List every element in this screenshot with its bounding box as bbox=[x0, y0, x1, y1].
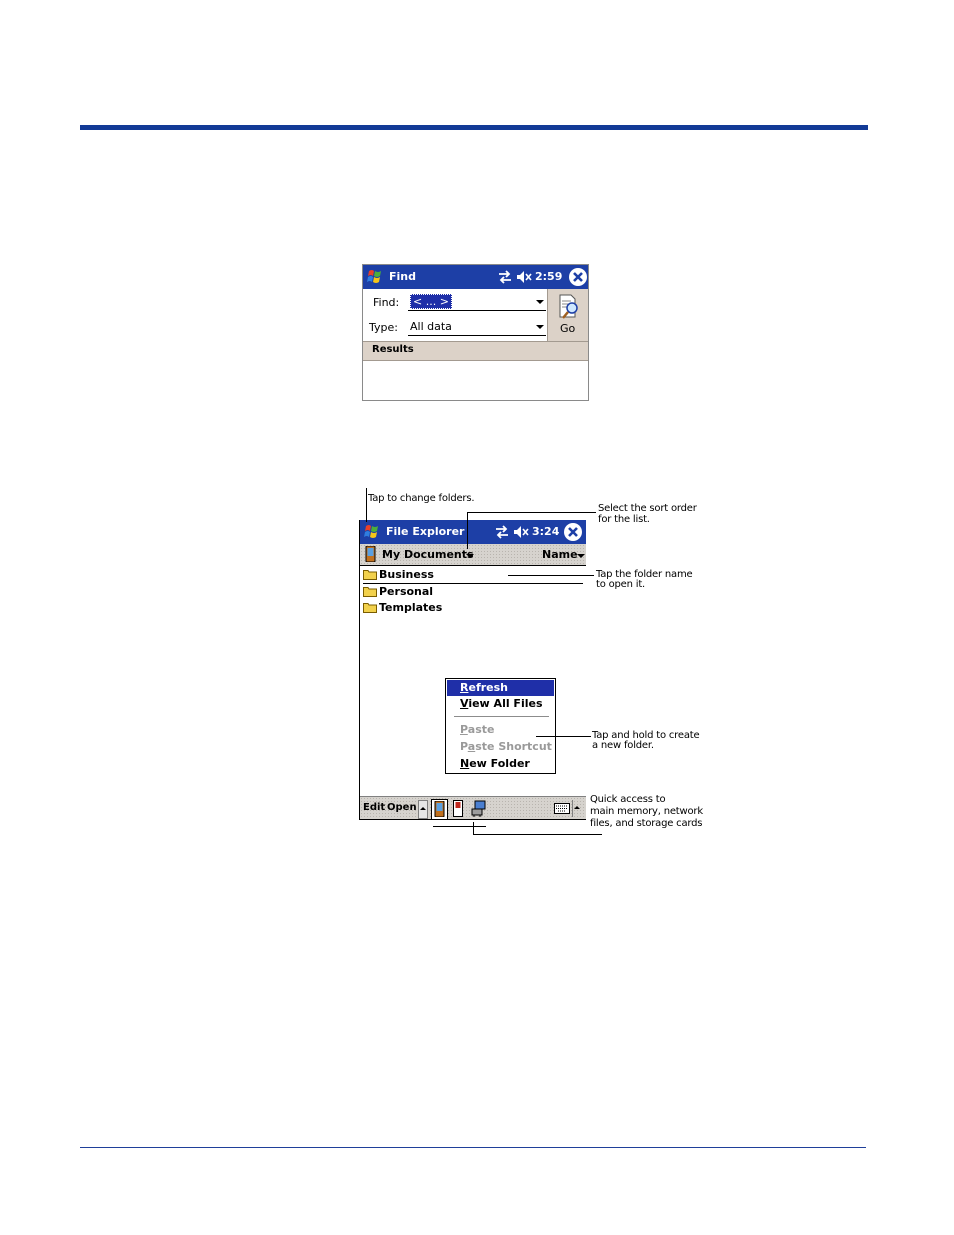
menu-label: ste Shortcut bbox=[475, 740, 552, 753]
context-menu: Refresh View All Files Paste Paste Short… bbox=[445, 678, 556, 774]
menu-item-paste-shortcut: Paste Shortcut bbox=[447, 739, 554, 755]
connectivity-icon[interactable] bbox=[497, 269, 513, 285]
close-icon[interactable] bbox=[568, 267, 588, 287]
go-label: Go bbox=[560, 322, 576, 335]
leader-line bbox=[366, 488, 367, 522]
menu-label: P bbox=[460, 740, 468, 753]
leader-line bbox=[473, 822, 474, 834]
folder-icon bbox=[363, 587, 377, 597]
callout-sort-order-line2: for the list. bbox=[598, 514, 650, 525]
type-label: Type: bbox=[369, 321, 398, 334]
open-menu[interactable]: Open bbox=[387, 802, 417, 813]
window-title: File Explorer bbox=[386, 525, 465, 538]
footer-rule bbox=[80, 1147, 866, 1148]
folder-name[interactable]: Templates bbox=[379, 601, 442, 614]
header-rule bbox=[80, 125, 868, 130]
network-icon[interactable] bbox=[471, 800, 487, 817]
scroll-up-button[interactable] bbox=[418, 800, 428, 819]
menu-label: ew Folder bbox=[469, 757, 530, 770]
storage-card-icon[interactable] bbox=[453, 800, 463, 817]
clock[interactable]: 3:24 bbox=[532, 525, 559, 538]
menu-label: efresh bbox=[468, 681, 508, 694]
close-icon[interactable] bbox=[563, 522, 583, 542]
callout-open-folder-line2: to open it. bbox=[596, 579, 646, 590]
menu-item-view-all-files[interactable]: View All Files bbox=[447, 696, 554, 712]
results-header: Results bbox=[363, 341, 588, 361]
windows-start-icon[interactable] bbox=[362, 522, 382, 542]
folder-path[interactable]: My Documents bbox=[382, 548, 474, 561]
input-panel-arrow[interactable] bbox=[572, 800, 581, 817]
folder-navigation-bar: My Documents Name bbox=[360, 544, 586, 566]
sort-order-label[interactable]: Name bbox=[542, 548, 578, 561]
callout-quick-access-line1: Quick access to bbox=[590, 794, 666, 805]
leader-line bbox=[508, 575, 594, 576]
folder-name[interactable]: Personal bbox=[379, 585, 433, 598]
find-window: Find 2:59 Find: < ... > Type: All data G… bbox=[362, 264, 589, 401]
leader-line bbox=[467, 512, 596, 513]
file-explorer-window: File Explorer 3:24 My Documents Name Bus… bbox=[359, 520, 586, 820]
leader-line bbox=[359, 580, 360, 657]
menu-item-new-folder[interactable]: New Folder bbox=[447, 756, 554, 772]
keyboard-icon[interactable] bbox=[554, 803, 570, 814]
leader-line bbox=[467, 512, 468, 549]
find-input[interactable]: < ... > bbox=[410, 294, 452, 309]
menu-label: aste bbox=[467, 723, 495, 736]
leader-line bbox=[536, 736, 591, 737]
windows-start-icon[interactable] bbox=[365, 267, 385, 287]
type-combo[interactable]: All data bbox=[408, 319, 546, 336]
menu-label: iew All Files bbox=[468, 697, 543, 710]
results-label: Results bbox=[372, 344, 414, 355]
window-title: Find bbox=[389, 270, 416, 283]
chevron-down-icon[interactable] bbox=[536, 300, 544, 304]
menu-accel: P bbox=[460, 723, 468, 736]
menu-item-refresh[interactable]: Refresh bbox=[447, 680, 554, 696]
leader-line bbox=[473, 834, 602, 835]
connectivity-icon[interactable] bbox=[494, 524, 510, 540]
main-memory-button[interactable] bbox=[431, 799, 448, 819]
callout-sort-order-line1: Select the sort order bbox=[598, 503, 697, 514]
clock[interactable]: 2:59 bbox=[535, 270, 562, 283]
find-combo[interactable]: < ... > bbox=[408, 294, 546, 311]
menu-separator bbox=[454, 716, 549, 717]
find-label: Find: bbox=[373, 296, 400, 309]
go-button[interactable]: Go bbox=[547, 289, 588, 341]
callout-quick-access-line2: main memory, network bbox=[590, 806, 703, 817]
command-bar: Edit Open bbox=[360, 796, 586, 819]
folder-name[interactable]: Business bbox=[379, 568, 434, 581]
chevron-down-icon[interactable] bbox=[577, 554, 585, 558]
type-select[interactable]: All data bbox=[410, 320, 452, 333]
callout-quick-access-line3: files, and storage cards bbox=[590, 818, 703, 829]
folder-icon bbox=[363, 570, 377, 580]
speaker-muted-icon[interactable] bbox=[516, 269, 532, 285]
title-bar: File Explorer 3:24 bbox=[360, 520, 586, 544]
device-icon bbox=[434, 801, 445, 817]
menu-accel: N bbox=[460, 757, 470, 770]
magnifier-icon bbox=[559, 294, 578, 319]
callout-change-folders: Tap to change folders. bbox=[368, 493, 475, 504]
folder-icon bbox=[363, 603, 377, 613]
callout-new-folder-line2: a new folder. bbox=[592, 740, 654, 751]
edit-menu[interactable]: Edit bbox=[363, 802, 385, 813]
speaker-muted-icon[interactable] bbox=[513, 524, 529, 540]
leader-line bbox=[433, 826, 486, 827]
chevron-down-icon[interactable] bbox=[466, 554, 474, 558]
chevron-down-icon[interactable] bbox=[536, 325, 544, 329]
title-bar: Find 2:59 bbox=[363, 265, 588, 289]
device-icon bbox=[365, 546, 376, 562]
